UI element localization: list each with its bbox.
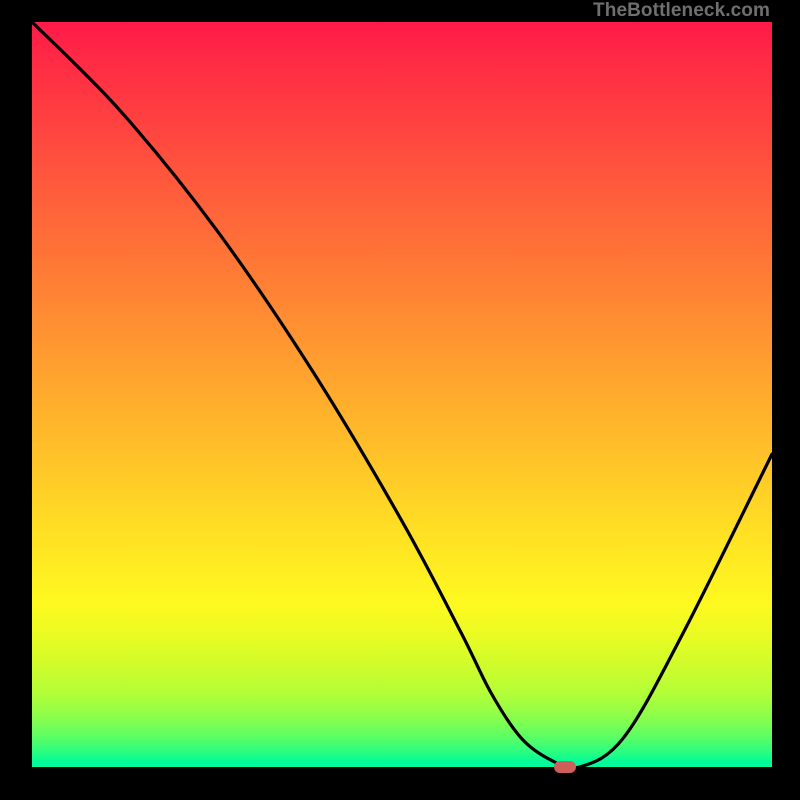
chart-frame: TheBottleneck.com	[0, 0, 800, 800]
plot-area	[32, 22, 772, 767]
watermark-text: TheBottleneck.com	[593, 0, 770, 22]
optimal-marker	[554, 761, 576, 773]
bottleneck-curve	[32, 22, 772, 767]
